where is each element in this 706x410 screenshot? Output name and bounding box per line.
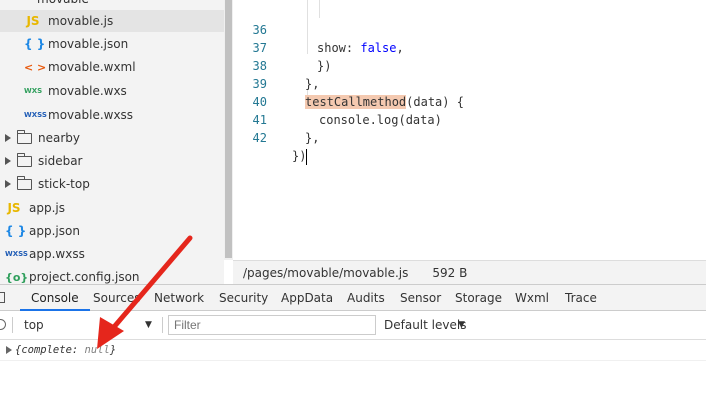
file-path: /pages/movable/movable.js [243, 265, 409, 280]
tree-item-label: app.js [29, 201, 65, 215]
scrollbar-thumb[interactable] [225, 0, 232, 258]
file-tree: movable JS movable.js { } movable.json <… [0, 0, 224, 284]
js-file-icon: JS [26, 14, 40, 28]
chevron-down-icon[interactable]: ▼ [145, 311, 152, 339]
tree-item-movable-json[interactable]: { } movable.json [0, 33, 224, 55]
context-selector[interactable]: top [24, 311, 44, 339]
tree-item-app-js[interactable]: JS app.js [0, 197, 224, 219]
log-token: {complete: [15, 344, 85, 356]
tree-item-sidebar[interactable]: sidebar [0, 150, 224, 172]
code-line: 37 }) [233, 21, 706, 73]
tree-item-label: movable.wxs [48, 84, 127, 98]
tree-item-project-config[interactable]: {o} project.config.json [0, 266, 224, 284]
wxml-file-icon: < > [24, 60, 47, 74]
tree-item-label: app.wxss [29, 247, 85, 261]
tree-item-movable-wxml[interactable]: < > movable.wxml [0, 56, 224, 78]
tree-item-movable-wxs[interactable]: WXS movable.wxs [0, 80, 224, 102]
expand-caret-icon[interactable] [5, 157, 11, 165]
config-file-icon: {o} [5, 270, 29, 284]
log-token: } [109, 344, 117, 356]
devtools-tab-bar: Console Sources Network Security AppData… [0, 284, 706, 311]
wxs-file-icon: WXS [24, 87, 43, 95]
file-size: 592 B [432, 265, 468, 280]
code-token: }) [292, 149, 307, 163]
code-text: }) [292, 147, 308, 165]
chevron-down-icon[interactable]: ▼ [458, 311, 465, 339]
line-number: 42 [252, 131, 267, 145]
tree-scrollbar[interactable] [224, 0, 233, 260]
tree-item-label: movable.wxml [48, 60, 136, 74]
filter-input[interactable] [168, 315, 376, 335]
tab-wxml[interactable]: Wxml [515, 285, 549, 311]
tree-item-app-json[interactable]: { } app.json [0, 220, 224, 242]
tab-sensor[interactable]: Sensor [400, 285, 441, 311]
tab-appdata[interactable]: AppData [281, 285, 333, 311]
tree-item-label: movable [37, 0, 89, 10]
tab-sources[interactable]: Sources [93, 285, 140, 311]
folder-icon [16, 175, 32, 190]
tree-item-movable-folder[interactable]: movable [0, 0, 224, 10]
tab-storage[interactable]: Storage [455, 285, 502, 311]
toolbar-divider [12, 317, 13, 333]
inspect-element-icon[interactable] [0, 292, 5, 303]
wxss-file-icon: WXSS [24, 111, 47, 119]
code-line: 41 }, [233, 93, 706, 145]
js-file-icon: JS [7, 201, 21, 215]
json-file-icon: { } [24, 37, 46, 51]
log-message: {complete: null} [15, 340, 116, 361]
toolbar-divider [162, 317, 163, 333]
tree-item-app-wxss[interactable]: WXSS app.wxss [0, 243, 224, 265]
tree-item-label: movable.js [48, 14, 114, 28]
code-line: 42 }) [233, 111, 706, 165]
tree-item-label: movable.wxss [48, 108, 134, 122]
editor-status-bar: /pages/movable/movable.js 592 B [233, 260, 706, 284]
tab-trace[interactable]: Trace [565, 285, 597, 311]
tab-audits[interactable]: Audits [347, 285, 385, 311]
clear-console-icon[interactable] [0, 319, 6, 330]
wxss-file-icon: WXSS [5, 250, 28, 258]
console-toolbar: top ▼ Default levels ▼ [0, 311, 706, 340]
tree-item-label: stick-top [38, 177, 90, 191]
text-cursor [306, 148, 308, 165]
tab-console[interactable]: Console [20, 285, 90, 311]
code-text: }, [305, 131, 320, 145]
code-editor[interactable]: 36 show: false, 37 }) 38 }, 39 testCallm… [233, 0, 706, 260]
expand-triangle-icon[interactable] [6, 346, 12, 354]
tree-item-movable-wxss[interactable]: WXSS movable.wxss [0, 104, 224, 126]
code-line: 38 }, [233, 39, 706, 91]
code-line: 40 console.log(data) [233, 75, 706, 127]
code-line: 39 testCallmethod(data) { [233, 57, 706, 109]
console-output: {complete: null} [0, 340, 706, 410]
console-log-entry[interactable]: {complete: null} [0, 340, 706, 361]
expand-caret-icon[interactable] [5, 134, 11, 142]
tree-item-label: movable.json [48, 37, 129, 51]
tree-item-label: nearby [38, 131, 80, 145]
json-file-icon: { } [5, 224, 27, 238]
log-levels-dropdown[interactable]: Default levels [384, 311, 466, 339]
tree-item-stick-top[interactable]: stick-top [0, 173, 224, 195]
log-null-value: null [84, 344, 110, 356]
tree-item-nearby[interactable]: nearby [0, 127, 224, 149]
tab-network[interactable]: Network [154, 285, 204, 311]
tree-item-label: app.json [29, 224, 80, 238]
tree-item-movable-js[interactable]: JS movable.js [0, 10, 224, 32]
folder-icon [16, 129, 32, 144]
tab-security[interactable]: Security [219, 285, 268, 311]
code-line: 36 show: false, [233, 3, 706, 55]
tree-item-label: project.config.json [29, 270, 140, 284]
expand-caret-icon[interactable] [5, 180, 11, 188]
tree-item-label: sidebar [38, 154, 83, 168]
folder-icon [16, 152, 32, 167]
